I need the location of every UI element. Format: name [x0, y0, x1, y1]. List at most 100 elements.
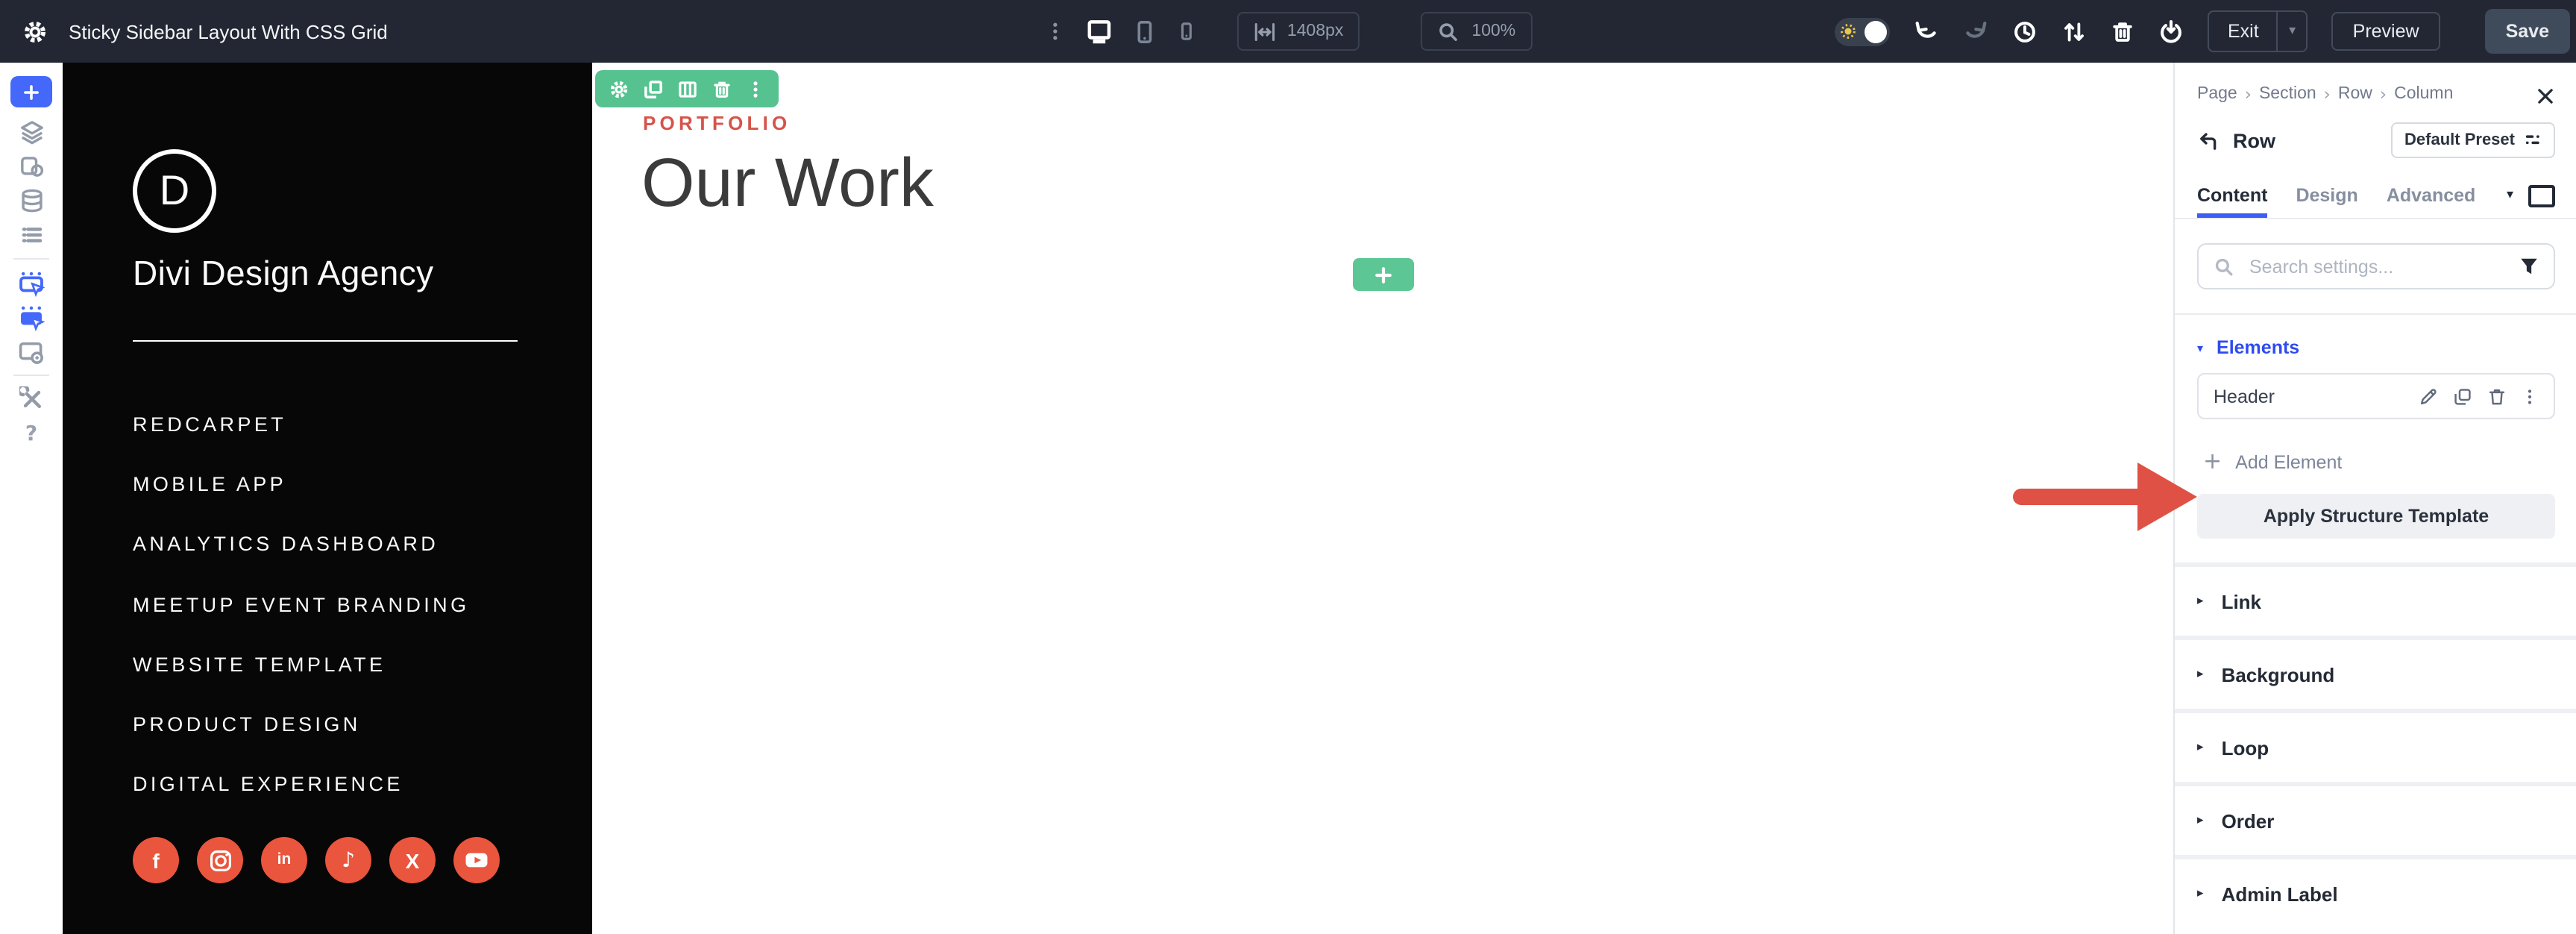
element-item-header[interactable]: Header: [2197, 373, 2555, 419]
preview-window-icon[interactable]: [13, 336, 49, 367]
device-desktop-icon[interactable]: [2528, 184, 2555, 207]
responsive-width-input[interactable]: 1408px: [1236, 12, 1360, 51]
sidebar-divider: [133, 340, 518, 342]
tablet-view-icon[interactable]: [1132, 19, 1156, 44]
options-ellipsis-icon[interactable]: [2521, 386, 2539, 407]
duplicate-icon[interactable]: [2452, 386, 2473, 407]
zoom-magnifier-icon: [1437, 20, 1460, 43]
hover-mode-icon[interactable]: [13, 267, 49, 298]
exit-caret-icon[interactable]: ▾: [2276, 12, 2307, 51]
elements-section-header[interactable]: ▾ Elements: [2197, 337, 2555, 358]
search-input[interactable]: [2246, 254, 2507, 278]
facebook-icon[interactable]: f: [133, 837, 179, 883]
responsive-width-value: 1408px: [1287, 22, 1344, 40]
elements-heading: Elements: [2217, 337, 2300, 358]
responsive-view-controls: 1408px 100%: [1044, 0, 1533, 63]
add-element-button[interactable]: + Add Element: [2203, 450, 2555, 473]
add-module-button[interactable]: [10, 76, 52, 107]
database-icon[interactable]: [13, 185, 49, 216]
linkedin-icon[interactable]: in: [261, 837, 307, 883]
delete-trash-icon[interactable]: [2487, 386, 2507, 407]
menu-item-website-template[interactable]: WEBSITE TEMPLATE: [133, 634, 469, 695]
element-header: Row Default Preset: [2197, 121, 2555, 160]
sort-arrows-icon[interactable]: [2062, 19, 2087, 44]
tab-design[interactable]: Design: [2296, 173, 2357, 218]
top-bar: Sticky Sidebar Layout With CSS Grid 1408…: [0, 0, 2576, 63]
element-title: Row: [2233, 129, 2275, 151]
redo-icon[interactable]: [1964, 19, 1989, 44]
section-link[interactable]: ▸ Link: [2175, 562, 2576, 636]
zoom-level-input[interactable]: 100%: [1421, 12, 1533, 51]
section-options-ellipsis-icon[interactable]: [746, 78, 765, 99]
breadcrumb-page[interactable]: Page: [2197, 85, 2237, 103]
undo-icon[interactable]: [1914, 19, 1940, 44]
breadcrumb: Page › Section › Row › Column: [2175, 63, 2576, 104]
default-preset-button[interactable]: Default Preset: [2391, 122, 2555, 158]
menu-item-redcarpet[interactable]: REDCARPET: [133, 394, 469, 454]
close-icon[interactable]: [2531, 82, 2558, 109]
section-columns-icon[interactable]: [677, 78, 698, 99]
tab-content[interactable]: Content: [2197, 173, 2267, 218]
back-arrow-icon[interactable]: [2197, 129, 2220, 151]
breadcrumb-row[interactable]: Row: [2338, 85, 2372, 103]
trash-icon[interactable]: [2111, 19, 2135, 44]
save-button[interactable]: Save: [2484, 9, 2570, 54]
toolbar-divider: [13, 258, 49, 260]
settings-search: [2197, 243, 2555, 289]
tools-icon[interactable]: [13, 383, 49, 415]
preview-button[interactable]: Preview: [2331, 12, 2440, 51]
pages-icon[interactable]: [13, 151, 49, 182]
breadcrumb-section[interactable]: Section: [2259, 85, 2316, 103]
section-settings-gear-icon[interactable]: [609, 78, 629, 99]
section-loop[interactable]: ▸ Loop: [2175, 709, 2576, 782]
portfolio-menu: REDCARPET MOBILE APP ANALYTICS DASHBOARD…: [133, 394, 469, 815]
menu-item-meetup-event-branding[interactable]: MEETUP EVENT BRANDING: [133, 574, 469, 635]
builder-canvas: D Divi Design Agency REDCARPET MOBILE AP…: [63, 63, 2173, 934]
menu-item-mobile-app[interactable]: MOBILE APP: [133, 454, 469, 515]
filter-funnel-icon[interactable]: [2519, 257, 2539, 276]
edit-pencil-icon[interactable]: [2418, 386, 2439, 407]
section-admin-label[interactable]: ▸ Admin Label: [2175, 855, 2576, 928]
tiktok-icon[interactable]: ♪: [325, 837, 371, 883]
section-heading: Our Work: [641, 143, 934, 221]
section-background[interactable]: ▸ Background: [2175, 636, 2576, 709]
chevron-right-icon: ›: [2379, 84, 2387, 104]
view-options-ellipsis-icon[interactable]: [1044, 19, 1065, 43]
triangle-right-icon: ▸: [2197, 813, 2204, 828]
exit-button[interactable]: Exit: [2210, 12, 2277, 51]
element-item-actions: [2418, 386, 2539, 407]
chevron-right-icon: ›: [2244, 84, 2252, 104]
youtube-icon[interactable]: [453, 837, 500, 883]
desktop-view-icon[interactable]: [1084, 18, 1113, 45]
exit-button-group: Exit ▾: [2208, 10, 2308, 52]
tab-advanced[interactable]: Advanced: [2387, 173, 2476, 218]
rows-icon[interactable]: [13, 219, 49, 251]
history-icon[interactable]: [2013, 19, 2038, 44]
menu-item-digital-experience[interactable]: DIGITAL EXPERIENCE: [133, 755, 469, 815]
top-bar-actions: Exit ▾ Preview Save: [1835, 0, 2570, 63]
section-delete-icon[interactable]: [711, 78, 732, 99]
element-item-label: Header: [2214, 386, 2275, 407]
section-hover-toolbar: [595, 70, 779, 107]
page-settings-gear-icon[interactable]: [22, 19, 48, 44]
instagram-icon[interactable]: [197, 837, 243, 883]
add-row-button[interactable]: [1353, 258, 1414, 291]
x-twitter-icon[interactable]: X: [389, 837, 436, 883]
portability-icon[interactable]: [2159, 19, 2184, 44]
apply-structure-template-button[interactable]: Apply Structure Template: [2197, 494, 2555, 539]
menu-item-product-design[interactable]: PRODUCT DESIGN: [133, 695, 469, 755]
click-mode-icon[interactable]: [13, 301, 49, 333]
triangle-down-icon: ▾: [2197, 341, 2204, 354]
phone-view-icon[interactable]: [1175, 19, 1196, 43]
toggle-knob: [1865, 20, 1888, 43]
page-title: Sticky Sidebar Layout With CSS Grid: [69, 20, 388, 43]
layers-icon[interactable]: [13, 116, 49, 148]
tabs-caret-down-icon[interactable]: ▾: [2507, 188, 2513, 203]
help-icon[interactable]: ?: [13, 418, 49, 449]
preset-icon: [2525, 135, 2539, 145]
light-dark-toggle[interactable]: [1835, 17, 1891, 46]
menu-item-analytics-dashboard[interactable]: ANALYTICS DASHBOARD: [133, 514, 469, 574]
section-order[interactable]: ▸ Order: [2175, 782, 2576, 855]
breadcrumb-column[interactable]: Column: [2394, 85, 2453, 103]
section-duplicate-icon[interactable]: [643, 78, 664, 99]
